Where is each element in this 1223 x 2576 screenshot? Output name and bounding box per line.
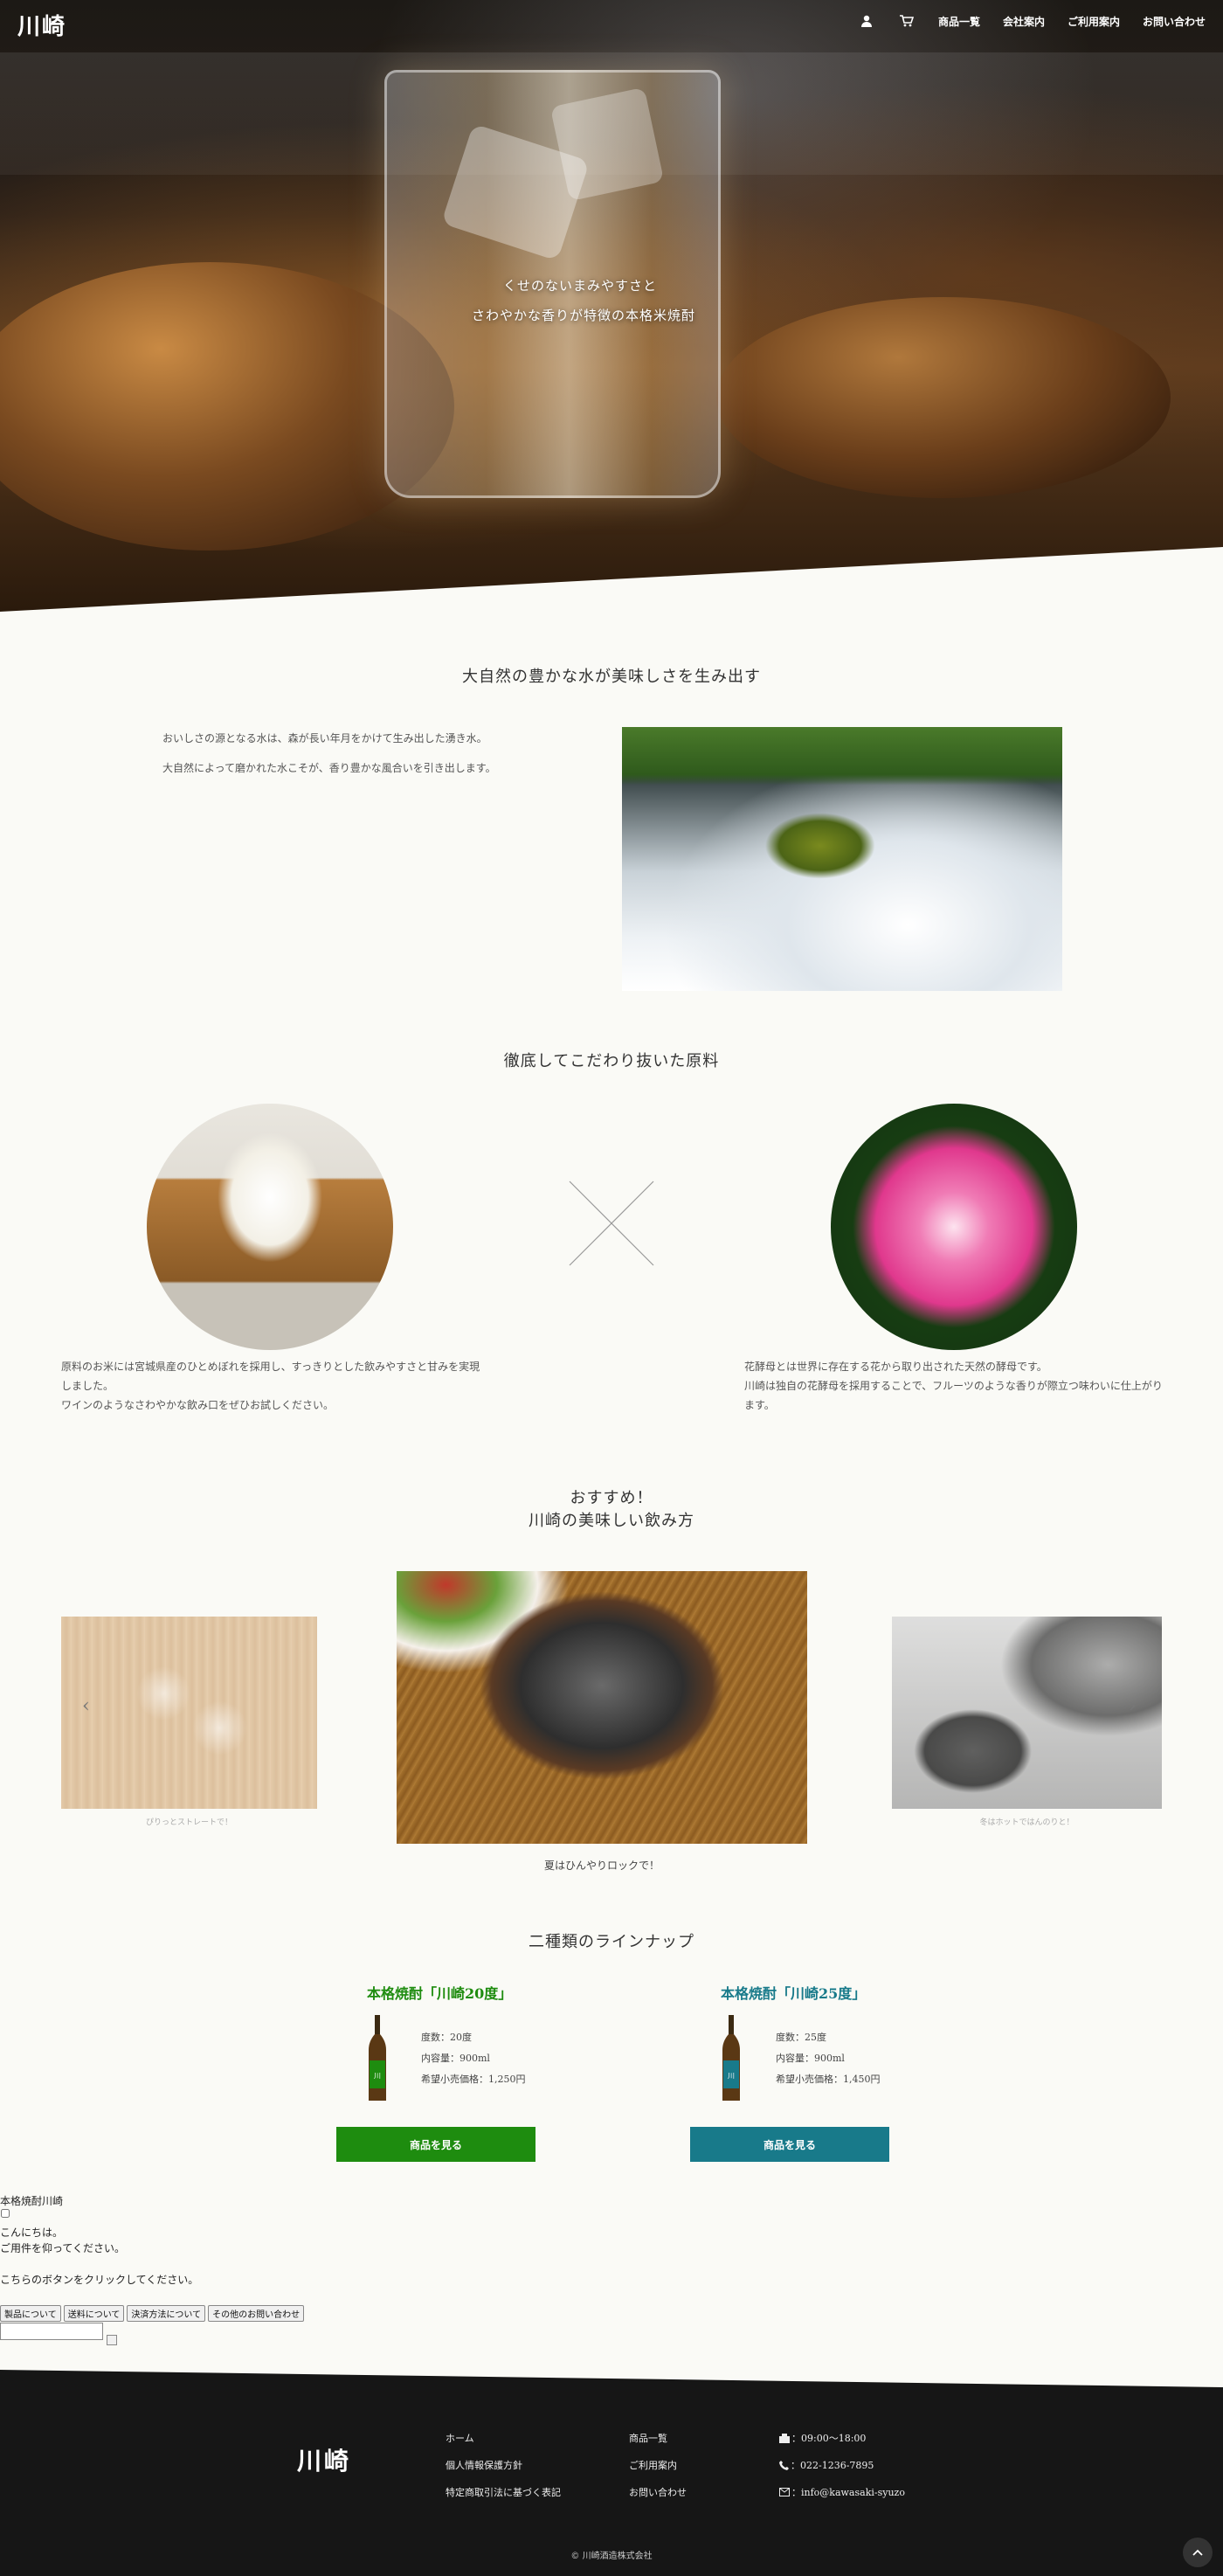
chevron-up-icon bbox=[1192, 2549, 1203, 2556]
chatbot-message-input[interactable] bbox=[0, 2323, 103, 2340]
chatbot-title: 本格焼酎川崎 bbox=[0, 2195, 64, 2207]
main-nav: 商品一覧 会社案内 ご利用案内 お問い合わせ bbox=[858, 12, 1206, 30]
nav-guide[interactable]: ご利用案内 bbox=[1068, 14, 1120, 29]
rice-description-line: 原料のお米には宮城県産のひとめぼれを採用し、すっきりとした飲みやすさと甘みを実現 bbox=[61, 1361, 480, 1373]
water-paragraph-1: おいしさの源となる水は、森が長い年月をかけて生み出した湧き水。 bbox=[162, 732, 487, 744]
hero-tagline-line2: さわやかな香りが特徴の本格米焼酎 bbox=[472, 308, 696, 323]
product-20-specs: 度数：20度 内容量：900ml 希望小売価格：1,250円 bbox=[421, 2027, 526, 2090]
footer-link-privacy[interactable]: 個人情報保護方針 bbox=[446, 2458, 522, 2472]
site-logo[interactable]: 川崎 bbox=[17, 9, 66, 41]
product-20-name: 本格焼酎「川崎20度」 bbox=[367, 1985, 513, 2002]
footer-hours-text: ：09:00～18:00 bbox=[791, 2433, 867, 2444]
bottle-20-image: 川 bbox=[369, 2015, 386, 2101]
footer-link-law[interactable]: 特定商取引法に基づく表記 bbox=[446, 2485, 561, 2499]
nav-contact[interactable]: お問い合わせ bbox=[1143, 14, 1206, 29]
footer-link-products[interactable]: 商品一覧 bbox=[629, 2431, 667, 2445]
view-product-20-button[interactable]: 商品を見る bbox=[336, 2127, 535, 2162]
section-recommend-title-2: 川崎の美味しい飲み方 bbox=[529, 1512, 694, 1530]
section-recommend-title-1: おすすめ！ bbox=[570, 1489, 653, 1507]
view-product-25-button[interactable]: 商品を見る bbox=[690, 2127, 889, 2162]
chatbot-greeting-1: こんにちは。 bbox=[0, 2226, 64, 2239]
spec-price: 希望小売価格：1,450円 bbox=[776, 2074, 881, 2085]
hero-ice bbox=[549, 87, 665, 202]
store-icon bbox=[779, 2433, 790, 2443]
section-water-title: 大自然の豊かな水が美味しさを生み出す bbox=[462, 668, 761, 686]
section-ingredients-title: 徹底してこだわり抜いた原料 bbox=[503, 1052, 720, 1070]
chatbot-button-other[interactable]: その他のお問い合わせ bbox=[208, 2305, 305, 2322]
nav-products[interactable]: 商品一覧 bbox=[938, 14, 980, 29]
carousel-slide-rock[interactable] bbox=[397, 1571, 807, 1844]
section-water-text: おいしさの源となる水は、森が長い年月をかけて生み出した湧き水。 大自然によって磨… bbox=[162, 729, 538, 778]
footer-link-contact[interactable]: お問い合わせ bbox=[629, 2485, 687, 2499]
spec-alcohol: 度数：20度 bbox=[421, 2032, 472, 2043]
user-icon[interactable] bbox=[858, 12, 875, 30]
chatbot-button-payment[interactable]: 決済方法について bbox=[127, 2305, 206, 2322]
svg-text:川: 川 bbox=[374, 2072, 381, 2080]
chatbot-button-product[interactable]: 製品について bbox=[0, 2305, 61, 2322]
hero-tagline-line1: くせのないまみやすさと bbox=[503, 278, 658, 294]
footer-phone: ：022-1236-7895 bbox=[779, 2458, 874, 2472]
rose-image bbox=[831, 1104, 1077, 1350]
chatbot-greeting-2: ご用件を仰ってください。 bbox=[0, 2242, 126, 2254]
yeast-description-line: 川崎は独自の花酵母を採用することで、フルーツのような香りが際立つ味わいに仕上がり bbox=[744, 1380, 1163, 1392]
rice-description-line: ワインのようなさわやかな飲み口をぜひお試しください。 bbox=[61, 1399, 335, 1411]
chatbot-send-button[interactable] bbox=[107, 2335, 117, 2345]
copyright: © 川崎酒造株式会社 bbox=[570, 2552, 653, 2561]
caption-straight: ぴりっとストレートで！ bbox=[145, 1818, 232, 1827]
nav-company[interactable]: 会社案内 bbox=[1003, 14, 1045, 29]
rice-image bbox=[147, 1104, 393, 1350]
rice-description-line: しました。 bbox=[61, 1380, 114, 1392]
chatbot-prompt: こちらのボタンをクリックしてください。 bbox=[0, 2274, 199, 2286]
chatbot-button-shipping[interactable]: 送料について bbox=[63, 2305, 125, 2322]
spec-alcohol: 度数：25度 bbox=[776, 2032, 826, 2043]
footer-link-home[interactable]: ホーム bbox=[446, 2431, 474, 2445]
yeast-description: 花酵母とは世界に存在する花から取り出された天然の酵母です。 川崎は独自の花酵母を… bbox=[744, 1357, 1172, 1415]
river-image bbox=[622, 727, 1062, 991]
back-to-top-button[interactable] bbox=[1183, 2538, 1213, 2567]
cross-icon bbox=[569, 1181, 654, 1266]
spec-volume: 内容量：900ml bbox=[776, 2053, 845, 2064]
chatbot-buttons: 製品について 送料について 決済方法について その他のお問い合わせ bbox=[0, 2305, 305, 2322]
caption-hot: 冬はホットではんのりと！ bbox=[979, 1818, 1074, 1827]
footer bbox=[0, 2370, 1223, 2576]
cart-icon[interactable] bbox=[898, 12, 916, 30]
footer-phone-text[interactable]: ：022-1236-7895 bbox=[791, 2458, 874, 2472]
carousel-slide-straight[interactable] bbox=[61, 1617, 317, 1809]
hero-tagline: くせのないまみやすさと さわやかな香りが特徴の本格米焼酎 bbox=[472, 271, 786, 330]
footer-logo[interactable]: 川崎 bbox=[297, 2442, 351, 2477]
rice-description: 原料のお米には宮城県産のひとめぼれを採用し、すっきりとした飲みやすさと甘みを実現… bbox=[61, 1357, 498, 1415]
svg-text:川: 川 bbox=[728, 2072, 735, 2080]
footer-link-guide[interactable]: ご利用案内 bbox=[629, 2458, 677, 2472]
bottle-25-image: 川 bbox=[722, 2015, 740, 2101]
spec-volume: 内容量：900ml bbox=[421, 2053, 490, 2064]
carousel-next-icon[interactable]: › bbox=[1129, 1695, 1137, 1717]
footer-hours: ：09:00～18:00 bbox=[779, 2431, 866, 2445]
water-paragraph-2: 大自然によって磨かれた水こそが、香り豊かな風合いを引き出します。 bbox=[162, 762, 496, 774]
hero-section: くせのないまみやすさと さわやかな香りが特徴の本格米焼酎 bbox=[0, 0, 1223, 612]
phone-icon bbox=[779, 2460, 789, 2470]
section-lineup-title: 二種類のラインナップ bbox=[529, 1933, 694, 1951]
chatbot-toggle-checkbox[interactable] bbox=[1, 2209, 10, 2218]
mail-icon bbox=[779, 2488, 790, 2496]
product-25-name: 本格焼酎「川崎25度」 bbox=[721, 1985, 867, 2002]
caption-rock: 夏はひんやりロックで！ bbox=[543, 1859, 660, 1872]
product-25-specs: 度数：25度 内容量：900ml 希望小売価格：1,450円 bbox=[776, 2027, 881, 2090]
footer-email-text[interactable]: ：info@kawasaki-syuzo bbox=[791, 2485, 905, 2499]
yeast-description-line: 花酵母とは世界に存在する花から取り出された天然の酵母です。 bbox=[744, 1361, 1047, 1373]
spec-price: 希望小売価格：1,250円 bbox=[421, 2074, 526, 2085]
footer-email: ：info@kawasaki-syuzo bbox=[779, 2485, 905, 2499]
carousel-slide-hot[interactable] bbox=[892, 1617, 1162, 1809]
yeast-description-line: ます。 bbox=[744, 1399, 775, 1411]
carousel-prev-icon[interactable]: ‹ bbox=[82, 1695, 90, 1717]
